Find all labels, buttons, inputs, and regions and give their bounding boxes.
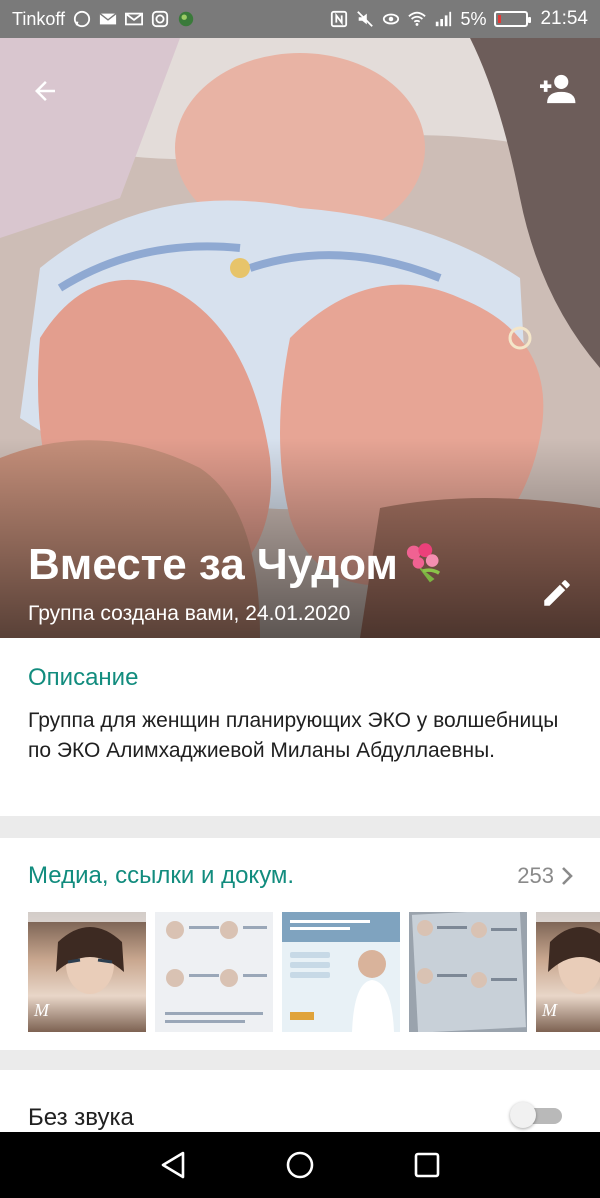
- wifi-icon: [408, 11, 427, 26]
- media-thumbnail-4[interactable]: [409, 912, 527, 1032]
- circle-home-icon: [286, 1151, 314, 1179]
- person-add-icon: [540, 74, 576, 104]
- media-thumbnails: M M: [28, 912, 600, 1032]
- nfc-icon: [331, 10, 348, 28]
- magazine-cover-image: M: [28, 912, 146, 1020]
- group-photo-header[interactable]: Вместе за Чудом Группа создана вами, 24.…: [0, 38, 600, 638]
- status-bar: Tinkoff 5% 21:54: [0, 0, 600, 38]
- media-section: Медиа, ссылки и докум. 253 M M: [0, 838, 600, 1050]
- mute-label: Без звука: [28, 1104, 134, 1131]
- description-section[interactable]: Описание Группа для женщин планирующих Э…: [0, 638, 600, 816]
- media-title: Медиа, ссылки и докум.: [28, 862, 295, 889]
- section-divider: [0, 816, 600, 838]
- group-name-text: Вместе за Чудом: [28, 540, 398, 589]
- mail-icon: [99, 13, 117, 25]
- mute-row[interactable]: Без звука: [0, 1070, 600, 1132]
- pencil-icon: [544, 580, 570, 606]
- clock: 21:54: [540, 8, 588, 29]
- instagram-icon: [151, 10, 169, 28]
- media-header[interactable]: Медиа, ссылки и докум. 253: [28, 862, 574, 890]
- media-count-link[interactable]: 253: [517, 863, 574, 889]
- status-left: Tinkoff: [12, 9, 195, 30]
- square-recents-icon: [414, 1152, 439, 1178]
- media-thumbnail-3[interactable]: [282, 912, 400, 1032]
- battery-percent: 5%: [460, 8, 487, 29]
- svg-text:M: M: [33, 1000, 50, 1020]
- app-notification-icon: [178, 11, 194, 27]
- clinic-flyer-image: [282, 912, 400, 1032]
- back-button[interactable]: [22, 68, 68, 114]
- mute-vibrate-icon: [357, 11, 374, 27]
- media-thumbnail-2[interactable]: [155, 912, 273, 1032]
- media-thumbnail-1[interactable]: M: [28, 912, 146, 1032]
- media-count: 253: [517, 863, 554, 888]
- nav-home-button[interactable]: [275, 1140, 325, 1190]
- status-right: 5% 21:54: [330, 8, 588, 30]
- media-thumbnail-5[interactable]: M: [536, 912, 600, 1032]
- nav-recents-button[interactable]: [402, 1140, 452, 1190]
- triangle-back-icon: [162, 1151, 185, 1179]
- whatsapp-icon: [73, 10, 91, 28]
- description-text: Группа для женщин планирующих ЭКО у волш…: [28, 709, 559, 762]
- eye-comfort-icon: [383, 13, 400, 25]
- gmail-icon: [125, 12, 144, 26]
- carrier-name: Tinkoff: [12, 8, 66, 29]
- chevron-right-icon: [562, 867, 573, 885]
- group-created-info: Группа создана вами, 24.01.2020: [28, 602, 351, 625]
- toggle-knob: [510, 1102, 536, 1128]
- bouquet-icon: [406, 543, 441, 583]
- battery-icon: [494, 11, 532, 27]
- nav-back-button[interactable]: [148, 1140, 198, 1190]
- edit-group-name-button[interactable]: [534, 570, 580, 616]
- section-divider: [0, 1050, 600, 1070]
- magazine-cover-image: M: [536, 912, 600, 1020]
- description-title: Описание: [28, 664, 139, 691]
- svg-text:M: M: [541, 1000, 558, 1020]
- group-name: Вместе за Чудом: [28, 540, 446, 590]
- document-photo-image: [411, 912, 526, 1032]
- document-scan-image: [165, 921, 267, 1023]
- signal-icon: [436, 11, 452, 27]
- add-participant-button[interactable]: [532, 66, 582, 112]
- mute-toggle[interactable]: [510, 1102, 562, 1128]
- arrow-back-icon: [35, 81, 55, 101]
- navigation-bar: [0, 1132, 600, 1198]
